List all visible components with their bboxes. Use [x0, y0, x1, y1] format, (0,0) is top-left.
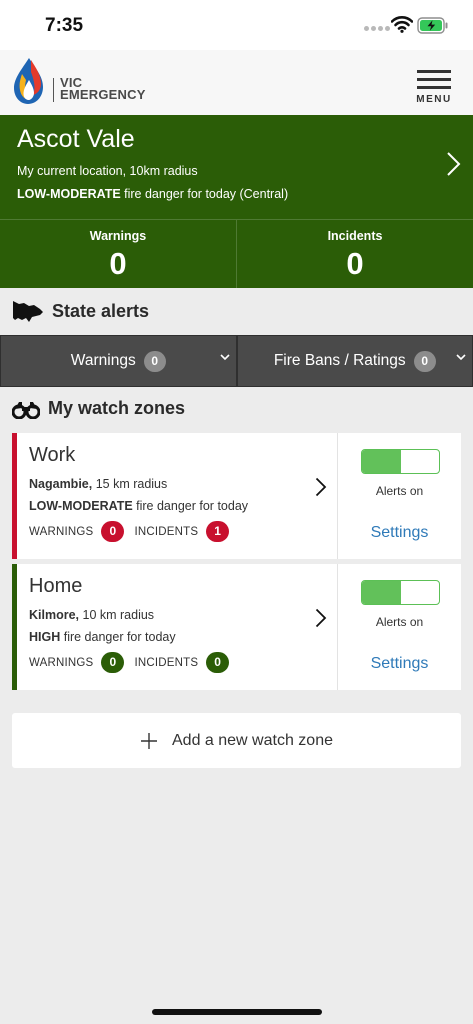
zone-name: Work	[29, 444, 76, 466]
zone-warnings-badge: 0	[101, 521, 125, 542]
state-alert-tabs: Warnings 0 Fire Bans / Ratings 0	[0, 335, 473, 387]
chevron-right-icon	[315, 477, 327, 497]
zone-danger-text: fire danger for today	[60, 630, 176, 644]
zone-alert-controls: Alerts on Settings	[337, 564, 461, 690]
zone-settings-link[interactable]: Settings	[338, 655, 461, 673]
add-watch-zone-label: Add a new watch zone	[172, 731, 333, 749]
location-warnings-stat[interactable]: Warnings 0	[0, 220, 236, 288]
hamburger-icon	[412, 70, 456, 89]
state-alerts-title: State alerts	[52, 300, 150, 321]
zone-name: Home	[29, 575, 83, 597]
zone-alert-controls: Alerts on Settings	[337, 433, 461, 559]
current-location-card[interactable]: Ascot Vale My current location, 10km rad…	[0, 115, 473, 288]
tab-warnings-label: Warnings	[70, 352, 136, 369]
tab-warnings[interactable]: Warnings 0	[0, 335, 237, 387]
zone-place: Nagambie, 15 km radius	[29, 477, 167, 491]
watch-zones-title: My watch zones	[48, 398, 186, 418]
zone-fire-danger: LOW-MODERATE fire danger for today	[29, 499, 248, 513]
cellular-signal-icon	[364, 26, 390, 31]
zone-incidents-label: INCIDENTS	[134, 656, 199, 669]
victoria-map-icon	[13, 301, 43, 322]
app-header: VIC EMERGENCY MENU	[0, 50, 473, 115]
warnings-count: 0	[109, 246, 127, 281]
zone-warnings-label: WARNINGS	[29, 525, 94, 538]
incidents-label: Incidents	[327, 229, 383, 243]
zone-details-work[interactable]: Work Nagambie, 15 km radius LOW-MODERATE…	[17, 433, 337, 559]
plus-icon	[141, 732, 157, 749]
location-fire-danger: LOW-MODERATE fire danger for today (Cent…	[17, 187, 288, 201]
watch-zone-card-work: Work Nagambie, 15 km radius LOW-MODERATE…	[12, 433, 461, 559]
location-danger-text: fire danger for today (Central)	[120, 187, 289, 201]
zone-place: Kilmore, 10 km radius	[29, 608, 154, 622]
watch-zone-card-home: Home Kilmore, 10 km radius HIGH fire dan…	[12, 564, 461, 690]
zone-danger-text: fire danger for today	[132, 499, 249, 513]
tab-fire-bans-count: 0	[413, 350, 436, 372]
zone-settings-link[interactable]: Settings	[338, 524, 461, 542]
zone-place-name: Nagambie,	[29, 477, 93, 491]
tab-fire-bans-ratings[interactable]: Fire Bans / Ratings 0	[236, 335, 473, 387]
binoculars-icon	[12, 401, 40, 419]
chevron-down-icon	[456, 354, 466, 361]
zone-place-name: Kilmore,	[29, 608, 80, 622]
watch-zones-header: My watch zones	[12, 398, 185, 419]
home-indicator[interactable]	[152, 1009, 322, 1015]
zone-fire-danger: HIGH fire danger for today	[29, 630, 176, 644]
toggle-fill	[362, 450, 401, 473]
battery-charging-icon	[417, 17, 448, 34]
zone-warnings-badge: 0	[101, 652, 125, 673]
zone-incidents-label: INCIDENTS	[134, 525, 199, 538]
incidents-count: 0	[346, 246, 364, 281]
alerts-toggle[interactable]	[361, 580, 440, 605]
add-watch-zone-button[interactable]: Add a new watch zone	[12, 713, 461, 768]
zone-danger-level: HIGH	[29, 630, 61, 644]
menu-label: MENU	[416, 94, 452, 105]
location-incidents-stat[interactable]: Incidents 0	[236, 220, 473, 288]
logo-divider	[53, 78, 54, 102]
menu-button[interactable]: MENU	[412, 70, 456, 106]
zone-counts: WARNINGS 0 INCIDENTS 0	[29, 652, 239, 673]
alerts-status: Alerts on	[375, 615, 424, 629]
zone-details-home[interactable]: Home Kilmore, 10 km radius HIGH fire dan…	[17, 564, 337, 690]
zone-warnings-label: WARNINGS	[29, 656, 94, 669]
state-alerts-header: State alerts	[12, 298, 149, 324]
wifi-icon	[391, 16, 413, 33]
status-time: 7:35	[45, 15, 84, 36]
chevron-right-icon	[315, 608, 327, 628]
logo-line2: EMERGENCY	[60, 87, 146, 102]
app-logo-text: VIC EMERGENCY	[60, 76, 146, 102]
location-stats: Warnings 0 Incidents 0	[0, 219, 473, 288]
alerts-toggle[interactable]	[361, 449, 440, 474]
chevron-down-icon	[219, 354, 230, 361]
location-subtitle: My current location, 10km radius	[17, 164, 198, 178]
chevron-right-icon[interactable]	[446, 151, 462, 177]
zone-counts: WARNINGS 0 INCIDENTS 1	[29, 521, 239, 542]
location-danger-level: LOW-MODERATE	[17, 187, 121, 201]
zone-radius: 15 km radius	[92, 477, 168, 491]
zone-incidents-badge: 1	[206, 521, 230, 542]
vic-emergency-logo-icon	[14, 58, 43, 104]
location-title: Ascot Vale	[17, 125, 135, 153]
zone-incidents-badge: 0	[206, 652, 230, 673]
zone-radius: 10 km radius	[79, 608, 155, 622]
status-bar: 7:35	[0, 0, 473, 50]
tab-fire-bans-label: Fire Bans / Ratings	[273, 352, 406, 369]
tab-warnings-count: 0	[143, 350, 166, 372]
zone-danger-level: LOW-MODERATE	[29, 499, 133, 513]
toggle-fill	[362, 581, 401, 604]
warnings-label: Warnings	[89, 229, 147, 243]
alerts-status: Alerts on	[375, 484, 424, 498]
